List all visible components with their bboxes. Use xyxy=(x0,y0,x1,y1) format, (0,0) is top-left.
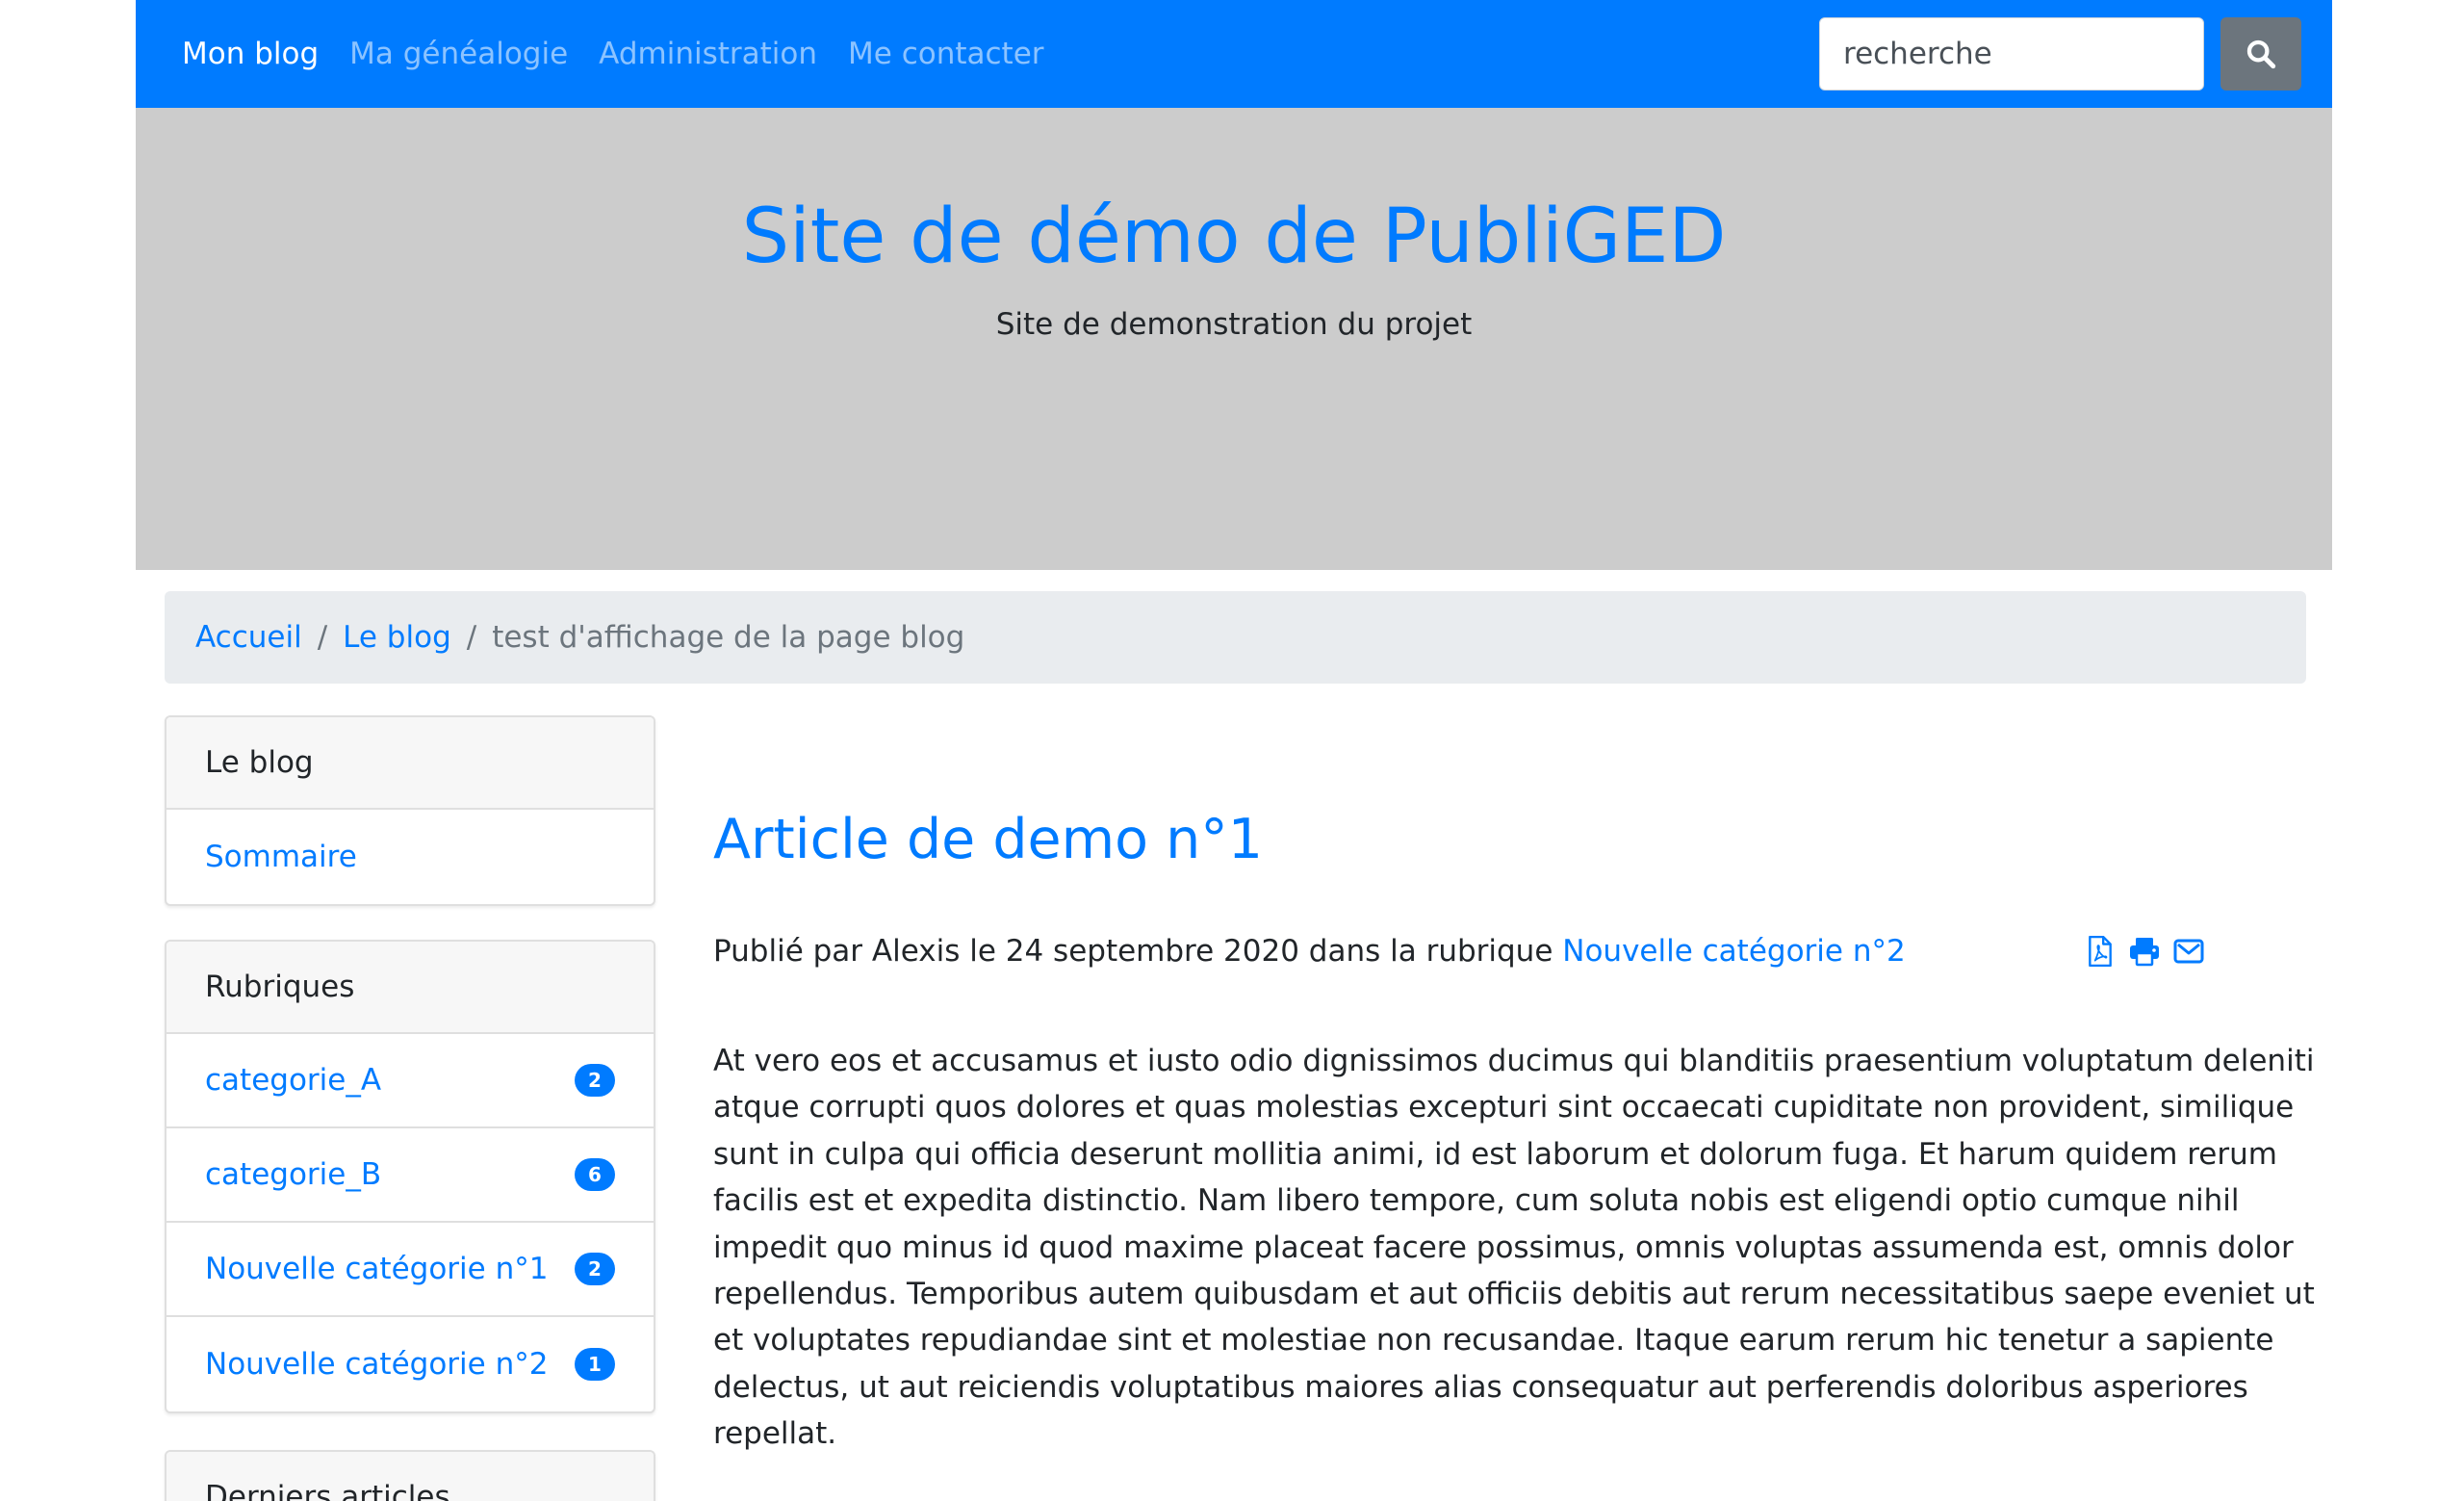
print-icon[interactable] xyxy=(2127,934,2162,969)
brand-link[interactable]: Mon blog xyxy=(182,37,319,71)
hero-banner: Site de démo de PubliGED Site de demonst… xyxy=(136,108,2332,570)
blog-card: Le blog Sommaire xyxy=(165,715,655,906)
list-item[interactable]: Sommaire xyxy=(167,810,654,904)
nav-link-genealogie[interactable]: Ma généalogie xyxy=(349,37,568,71)
site-title: Site de démo de PubliGED xyxy=(741,194,1727,280)
search-button[interactable] xyxy=(2220,17,2301,91)
email-icon[interactable] xyxy=(2171,934,2206,969)
recent-articles-card: Derniers articles xyxy=(165,1450,655,1501)
count-badge: 2 xyxy=(575,1064,615,1097)
nav-link-administration[interactable]: Administration xyxy=(599,37,817,71)
article-body: At vero eos et accusamus et iusto odio d… xyxy=(713,1044,2315,1452)
sommaire-link[interactable]: Sommaire xyxy=(205,840,357,874)
search-form xyxy=(1819,17,2301,91)
article-tools xyxy=(2083,934,2216,969)
category-item[interactable]: categorie_A 2 xyxy=(167,1034,654,1128)
article-title: Article de demo n°1 xyxy=(713,808,1264,871)
category-item[interactable]: Nouvelle catégorie n°1 2 xyxy=(167,1223,654,1317)
search-icon xyxy=(2246,39,2276,69)
breadcrumb-home[interactable]: Accueil xyxy=(195,620,302,655)
count-badge: 2 xyxy=(575,1253,615,1285)
categories-card-header: Rubriques xyxy=(167,942,654,1034)
breadcrumb-current: test d'affichage de la page blog xyxy=(492,620,965,655)
nav-link-contact[interactable]: Me contacter xyxy=(848,37,1044,71)
pdf-icon[interactable] xyxy=(2083,934,2118,969)
meta-text: Publié par Alexis le 24 septembre 2020 d… xyxy=(713,934,1563,969)
category-item[interactable]: categorie_B 6 xyxy=(167,1128,654,1223)
search-input[interactable] xyxy=(1819,17,2204,91)
category-link[interactable]: Nouvelle catégorie n°2 xyxy=(205,1347,548,1382)
breadcrumb-blog[interactable]: Le blog xyxy=(343,620,451,655)
article-category-link[interactable]: Nouvelle catégorie n°2 xyxy=(1562,934,1905,969)
recent-articles-header: Derniers articles xyxy=(167,1452,654,1501)
breadcrumb-separator: / xyxy=(317,620,328,655)
category-item[interactable]: Nouvelle catégorie n°2 1 xyxy=(167,1317,654,1411)
categories-card: Rubriques categorie_A 2 categorie_B 6 No… xyxy=(165,940,655,1413)
category-link[interactable]: Nouvelle catégorie n°1 xyxy=(205,1252,548,1286)
count-badge: 1 xyxy=(575,1348,615,1381)
nav-links: Mon blog Ma généalogie Administration Me… xyxy=(182,0,1075,108)
breadcrumb: Accueil / Le blog / test d'affichage de … xyxy=(165,591,2306,684)
blog-card-header: Le blog xyxy=(167,717,654,810)
top-navbar: Mon blog Ma généalogie Administration Me… xyxy=(136,0,2332,108)
site-subtitle: Site de demonstration du projet xyxy=(995,307,1473,342)
article-meta: Publié par Alexis le 24 septembre 2020 d… xyxy=(713,932,1906,970)
count-badge: 6 xyxy=(575,1158,615,1191)
category-link[interactable]: categorie_A xyxy=(205,1063,381,1098)
breadcrumb-separator: / xyxy=(466,620,477,655)
page: Mon blog Ma généalogie Administration Me… xyxy=(0,0,2464,1501)
category-link[interactable]: categorie_B xyxy=(205,1157,381,1192)
